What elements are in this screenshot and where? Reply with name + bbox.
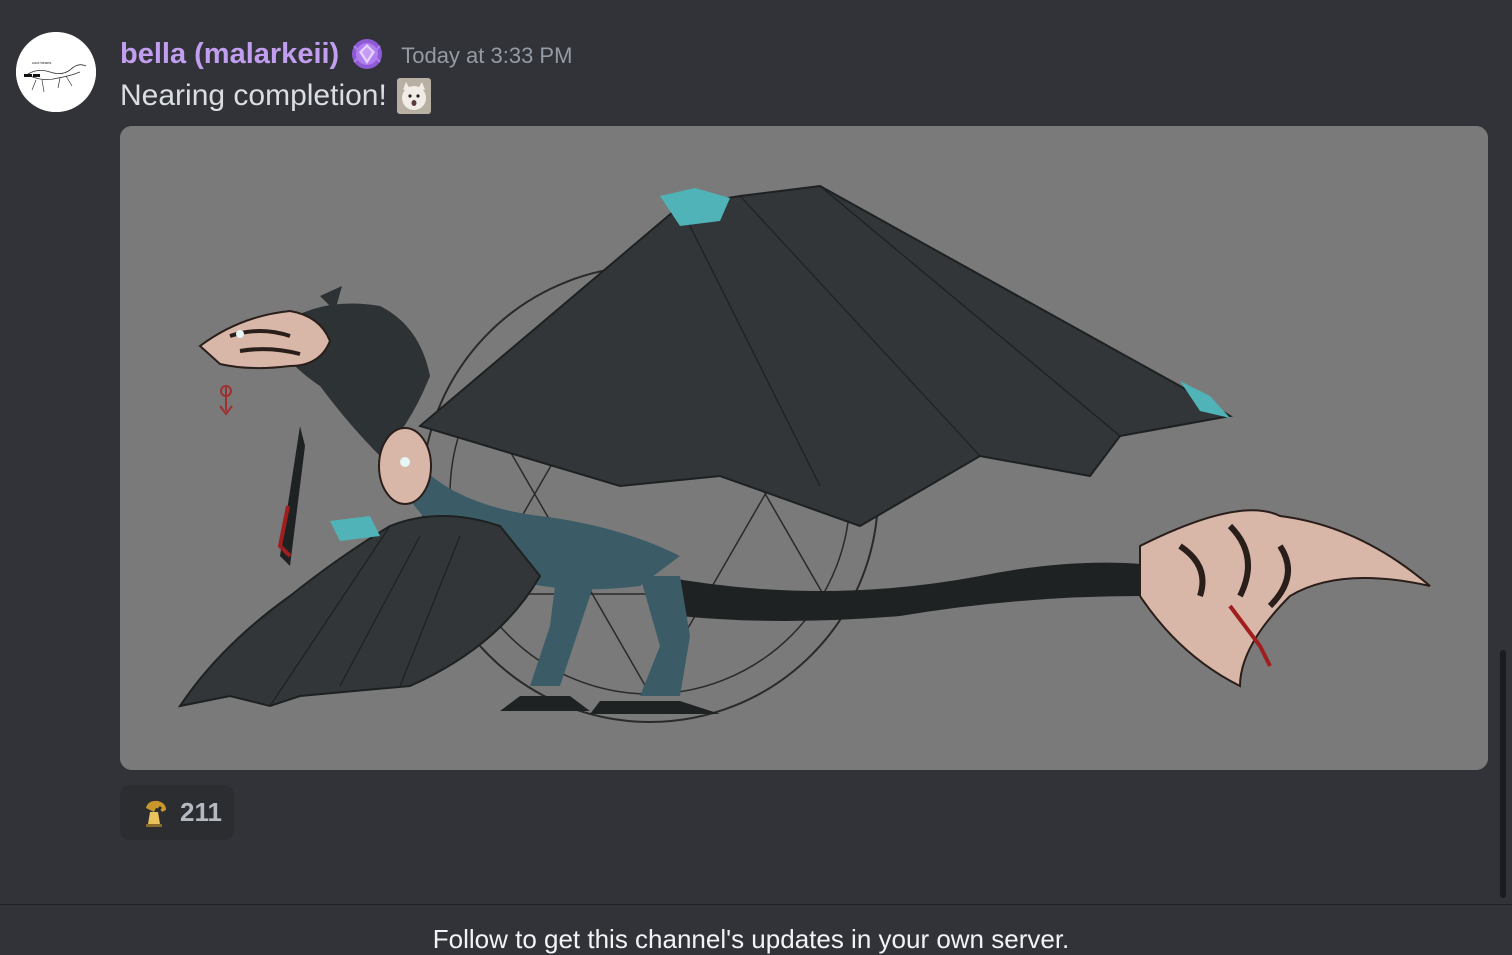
reaction-count: 211 [180,797,222,827]
reaction-button[interactable]: 211 [120,785,234,840]
message-content: Nearing completion! [120,74,431,118]
cat-face-emoji-icon [396,78,431,114]
follow-channel-text: Follow to get this channel's updates in … [432,924,1070,954]
golden-statue-emoji-icon [140,798,168,828]
avatar-caption: cool beans [32,60,51,65]
dragon-artwork-image [120,126,1488,770]
scrollbar-thumb[interactable] [1500,650,1506,898]
chat-message: cool beans bella (malarkeii) Today at 3:… [0,0,1512,900]
message-header: bella (malarkeii) Today at 3:33 PM [120,34,572,74]
username[interactable]: bella (malarkeii) [120,38,339,71]
purple-gem-badge-icon[interactable] [349,36,385,72]
lizard-avatar-icon: cool beans [16,32,96,112]
user-avatar[interactable]: cool beans [16,32,96,112]
image-attachment[interactable] [120,126,1488,770]
message-text: Nearing completion! [120,79,387,112]
message-timestamp: Today at 3:33 PM [401,43,573,68]
